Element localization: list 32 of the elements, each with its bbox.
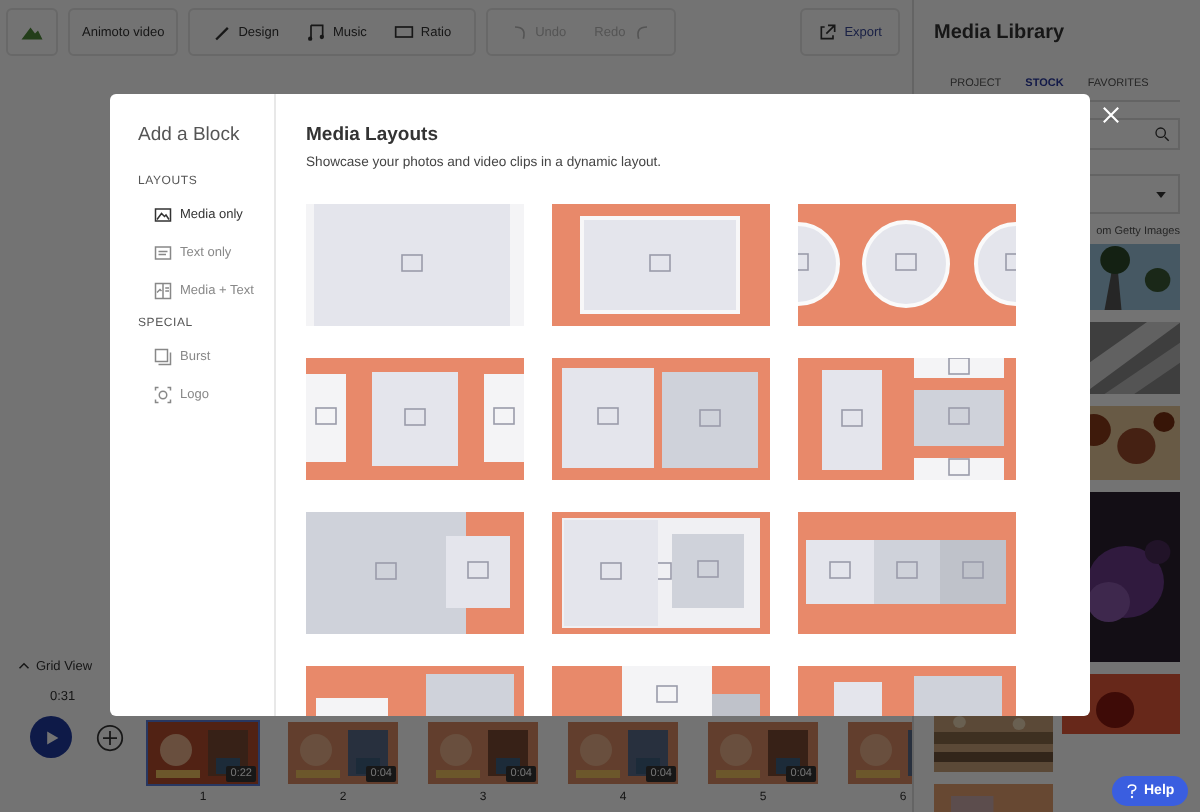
stacked-squares-icon bbox=[154, 348, 172, 366]
add-icon[interactable] bbox=[96, 723, 124, 751]
logo-frame-icon bbox=[154, 386, 172, 404]
layout-thumbnail[interactable] bbox=[798, 358, 1016, 480]
layout-thumbnail[interactable] bbox=[552, 358, 770, 480]
layout-thumbnail[interactable] bbox=[306, 512, 524, 634]
logo-icon[interactable] bbox=[20, 22, 44, 42]
close-icon[interactable] bbox=[1102, 106, 1120, 124]
music-icon bbox=[306, 22, 327, 42]
play-icon bbox=[43, 729, 59, 745]
undo-icon bbox=[509, 22, 530, 42]
layout-thumbnail[interactable] bbox=[306, 204, 524, 326]
caret-icon bbox=[18, 662, 30, 670]
search-icon[interactable] bbox=[1154, 126, 1170, 142]
layout-thumbnail[interactable] bbox=[552, 204, 770, 326]
layout-thumbnail[interactable] bbox=[552, 512, 770, 634]
question-icon bbox=[1126, 782, 1138, 800]
export-icon bbox=[818, 22, 839, 42]
split-layout-icon bbox=[154, 282, 172, 300]
redo-icon bbox=[631, 22, 652, 42]
layout-thumbnail[interactable] bbox=[306, 358, 524, 480]
pen-icon bbox=[212, 22, 233, 42]
image-icon bbox=[154, 206, 172, 224]
ratio-icon bbox=[394, 22, 415, 42]
play-button[interactable] bbox=[30, 716, 72, 758]
panel-title: Media Library bbox=[934, 20, 1067, 48]
modal-title: Add a Block bbox=[138, 124, 240, 146]
section-title: Media Layouts bbox=[306, 124, 440, 146]
text-icon bbox=[154, 244, 172, 262]
layout-thumbnail[interactable] bbox=[798, 512, 1016, 634]
dropdown-arrow-icon[interactable] bbox=[1156, 191, 1166, 197]
layout-thumbnail[interactable] bbox=[798, 204, 1016, 326]
